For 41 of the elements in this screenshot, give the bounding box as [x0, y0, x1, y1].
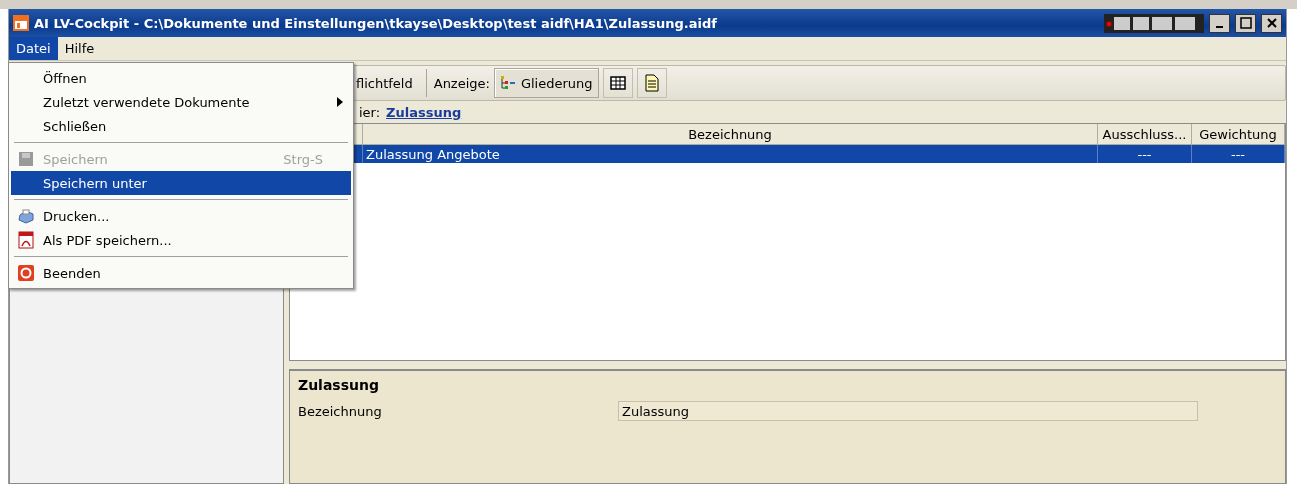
document-view-button[interactable]	[636, 68, 667, 98]
app-logo-icon	[13, 15, 29, 31]
menu-item[interactable]: Als PDF speichern...	[11, 228, 351, 252]
table-grid-icon	[609, 76, 626, 90]
menu-item[interactable]: Öffnen	[11, 66, 351, 90]
maximize-button[interactable]	[1235, 13, 1256, 33]
required-field-button[interactable]: flichtfeld	[350, 68, 419, 98]
table-cell: ---	[1192, 145, 1285, 163]
menu-item[interactable]: Drucken...	[11, 204, 351, 228]
input-field[interactable]: Zulassung	[618, 401, 1198, 421]
menu-item[interactable]: Beenden	[11, 261, 351, 285]
menu-bar-item[interactable]: Datei	[9, 37, 58, 60]
column-header[interactable]: Bezeichnung	[363, 124, 1098, 145]
column-header[interactable]: Gewichtung	[1192, 124, 1285, 145]
window-title: AI LV-Cockpit - C:\Dokumente und Einstellungen\tkayse\Desktop\test aidf\HA1\Zulassung.aidf	[34, 15, 718, 31]
printer-icon	[17, 208, 35, 224]
close-button[interactable]	[1261, 13, 1282, 33]
skin-toolbar-icon[interactable]	[1104, 13, 1204, 33]
minimize-button[interactable]	[1209, 13, 1230, 33]
detail-title: Zulassung	[298, 377, 380, 393]
menu-item[interactable]: Speichern unter	[11, 171, 351, 195]
breadcrumb-link[interactable]: Zulassung	[386, 104, 462, 120]
table-view-button[interactable]	[602, 68, 633, 98]
close-icon	[1266, 18, 1277, 28]
menu-item[interactable]: Schließen	[11, 114, 351, 138]
outline-tree-icon	[499, 75, 516, 91]
maximize-icon	[1239, 17, 1252, 29]
menu-bar-item[interactable]: Hilfe	[57, 37, 102, 60]
minimize-icon	[1215, 26, 1224, 28]
menu-item[interactable]: Zuletzt verwendete Dokumente	[11, 90, 351, 114]
column-header[interactable]: Ausschluss...	[1098, 124, 1192, 145]
document-icon	[644, 74, 659, 92]
table-cell: ---	[1098, 145, 1192, 163]
table-cell: Zulassung Angebote	[363, 145, 1098, 163]
outline-view-button[interactable]: Gliederung	[493, 68, 599, 98]
submenu-arrow-icon	[337, 97, 343, 107]
breadcrumb-label: ier:	[359, 104, 381, 120]
field-label: Bezeichnung	[298, 403, 383, 419]
pdf-document-icon	[18, 231, 34, 249]
view-label: Anzeige:	[433, 75, 490, 91]
power-icon	[18, 265, 34, 281]
